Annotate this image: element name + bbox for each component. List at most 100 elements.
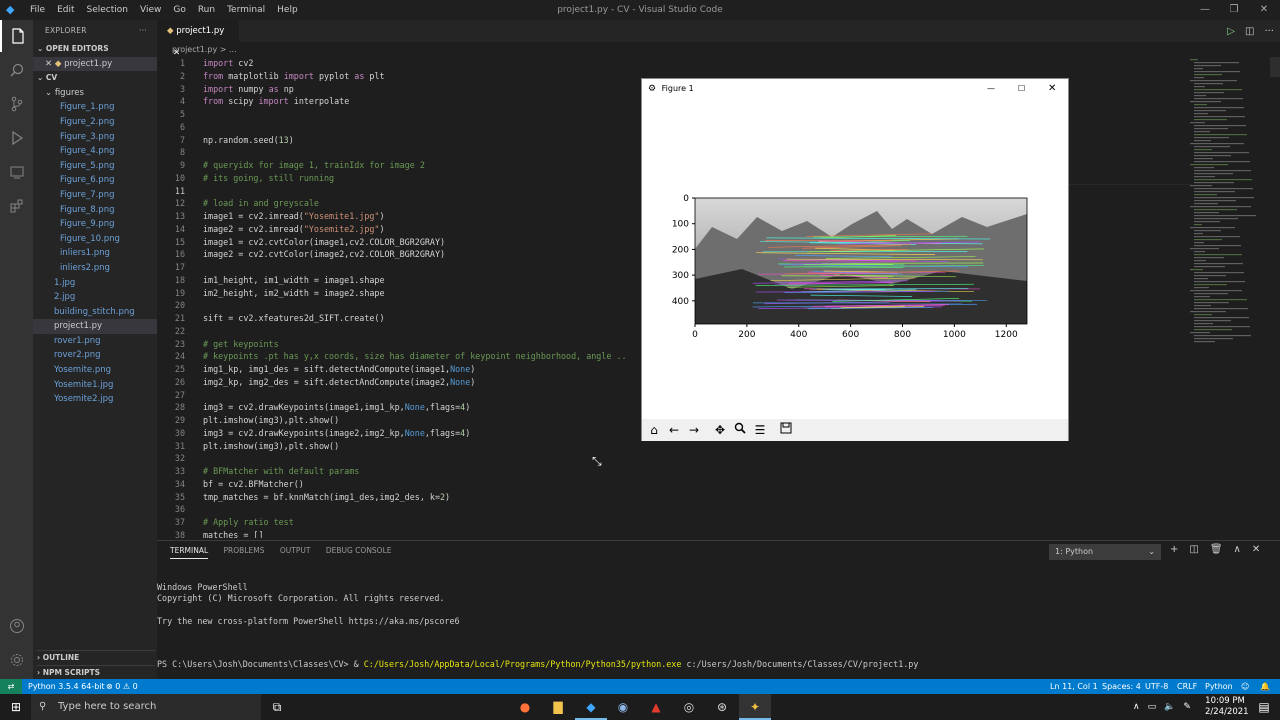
cursor-position[interactable]: Ln 11, Col 1 (1050, 679, 1098, 694)
configure-subplots-icon[interactable]: ☰ (750, 421, 770, 439)
sidebar-file-item[interactable]: inliers2.png (33, 261, 157, 276)
close-window-icon[interactable]: ✕ (1248, 0, 1280, 20)
source-control-icon[interactable] (0, 88, 33, 120)
sidebar-file-item[interactable]: Figure_4.png (33, 144, 157, 159)
steam-icon[interactable]: ◉ (607, 694, 639, 720)
zoom-icon[interactable] (730, 421, 750, 439)
menu-edit[interactable]: Edit (51, 0, 80, 20)
minimize-icon[interactable]: — (987, 79, 995, 99)
clock[interactable]: 10:09 PM 2/24/2021 (1205, 696, 1249, 718)
encoding[interactable]: UTF-8 (1145, 679, 1168, 694)
notifications-bell-icon[interactable]: 🔔 (1260, 679, 1270, 694)
search-icon[interactable] (0, 54, 33, 86)
extensions-icon[interactable] (0, 190, 33, 222)
problems-count[interactable]: ⊗ 0 ⚠ 0 (106, 679, 138, 694)
vscode-taskbar-icon[interactable]: ◆ (575, 694, 607, 720)
account-icon[interactable] (0, 610, 33, 642)
chevron-up-icon[interactable]: ∧ (1133, 702, 1140, 712)
sidebar-file-item[interactable]: 1.jpg (33, 276, 157, 291)
maximize-icon[interactable]: ☐ (1018, 79, 1025, 99)
tab-project1[interactable]: ◆ project1.py ✕ (157, 20, 239, 58)
line-ending[interactable]: CRLF (1177, 679, 1197, 694)
close-icon[interactable]: ✕ (45, 59, 55, 69)
sidebar-file-item[interactable]: Figure_1.png (33, 100, 157, 115)
menu-go[interactable]: Go (167, 0, 191, 20)
sidebar-file-item[interactable]: Figure_5.png (33, 159, 157, 174)
terminal-selector[interactable]: 1: Python ⌄ (1049, 544, 1161, 560)
adobe-acrobat-icon[interactable]: ▲ (640, 694, 672, 720)
language-mode[interactable]: Python (1205, 679, 1233, 694)
sidebar-file-item[interactable]: Figure_8.png (33, 203, 157, 218)
restore-icon[interactable]: ❐ (1218, 0, 1250, 20)
sidebar-file-item[interactable]: building_stitch.png (33, 305, 157, 320)
split-editor-icon[interactable]: ◫ (1245, 26, 1254, 37)
action-center-icon[interactable]: ▤ (1248, 694, 1280, 720)
sidebar-file-item[interactable]: rover1.png (33, 334, 157, 349)
home-icon[interactable]: ⌂ (644, 421, 664, 439)
firefox-icon[interactable]: ● (509, 694, 541, 720)
sidebar-file-item[interactable]: project1.py (33, 319, 157, 334)
tab-terminal[interactable]: TERMINAL (170, 544, 209, 559)
menu-help[interactable]: Help (271, 0, 304, 20)
breadcrumb[interactable]: project1.py > ... (157, 42, 237, 57)
sidebar-file-item[interactable]: Figure_10.png (33, 232, 157, 247)
menu-view[interactable]: View (134, 0, 167, 20)
kill-terminal-icon[interactable]: 🗑 (1210, 544, 1223, 558)
sidebar-file-item[interactable]: Figure_3.png (33, 130, 157, 145)
app-icon[interactable]: ◎ (673, 694, 705, 720)
tab-debug-console[interactable]: DEBUG CONSOLE (326, 544, 392, 558)
sidebar-file-item[interactable]: Yosemite2.jpg (33, 392, 157, 407)
tab-output[interactable]: OUTPUT (280, 544, 311, 558)
taskbar-search[interactable]: ⚲ Type here to search (31, 694, 261, 720)
explorer-icon[interactable] (0, 20, 33, 52)
run-debug-icon[interactable] (0, 122, 33, 154)
python-interpreter[interactable]: Python 3.5.4 64-bit (28, 679, 105, 694)
back-arrow-icon[interactable]: ← (664, 421, 684, 439)
minimize-icon[interactable]: — (1189, 0, 1221, 20)
folder-figures[interactable]: ⌄ figures (33, 86, 157, 101)
python-figure-taskbar-icon[interactable]: ✦ (739, 694, 771, 720)
more-actions-icon[interactable]: ··· (1264, 26, 1274, 37)
npm-scripts-section[interactable]: › NPM SCRIPTS (37, 665, 155, 680)
sidebar-file-item[interactable]: Figure_6.png (33, 173, 157, 188)
open-editors-section[interactable]: ⌄ OPEN EDITORS (33, 42, 157, 57)
sidebar-file-item[interactable]: 2.jpg (33, 290, 157, 305)
new-terminal-icon[interactable]: + (1170, 544, 1178, 558)
outline-section[interactable]: › OUTLINE (37, 650, 155, 665)
windows-start-icon[interactable]: ⊞ (0, 694, 32, 720)
terminal-output[interactable]: Windows PowerShell Copyright (C) Microsof… (157, 562, 1280, 669)
split-terminal-icon[interactable]: ◫ (1189, 544, 1198, 558)
volume-icon[interactable]: 🔈 (1164, 702, 1175, 712)
workspace-root[interactable]: ⌄ CV (33, 71, 157, 86)
sidebar-file-item[interactable]: rover2.png (33, 348, 157, 363)
sidebar-file-item[interactable]: Figure_7.png (33, 188, 157, 203)
feedback-icon[interactable]: ☺ (1241, 679, 1249, 694)
app-icon[interactable]: ⊛ (706, 694, 738, 720)
run-file-icon[interactable]: ▷ (1227, 26, 1235, 37)
sidebar-file-item[interactable]: Yosemite.png (33, 363, 157, 378)
save-figure-icon[interactable] (776, 421, 796, 439)
sidebar-file-item[interactable]: Figure_2.png (33, 115, 157, 130)
forward-arrow-icon[interactable]: → (684, 421, 704, 439)
network-icon[interactable]: ▭ (1148, 702, 1157, 712)
pen-icon[interactable]: ✎ (1183, 702, 1191, 712)
task-view-icon[interactable]: ⧉ (261, 694, 293, 720)
file-explorer-icon[interactable]: ▇ (542, 694, 574, 720)
sidebar-file-item[interactable]: inliers1.png (33, 246, 157, 261)
remote-explorer-icon[interactable] (0, 156, 33, 188)
close-icon[interactable]: ✕ (1048, 79, 1056, 99)
maximize-panel-icon[interactable]: ∧ (1234, 544, 1241, 558)
tab-problems[interactable]: PROBLEMS (224, 544, 265, 558)
sidebar-file-item[interactable]: Yosemite1.jpg (33, 378, 157, 393)
remote-icon[interactable]: ⇄ (0, 679, 22, 694)
menu-selection[interactable]: Selection (81, 0, 134, 20)
menu-run[interactable]: Run (192, 0, 221, 20)
minimap[interactable] (1190, 57, 1270, 357)
sidebar-file-item[interactable]: Figure_9.png (33, 217, 157, 232)
figure-canvas[interactable]: 0 200 400 600 800 1000 1200 0 100 200 300 400 (642, 99, 1068, 419)
manage-gear-icon[interactable] (0, 644, 33, 676)
menu-file[interactable]: File (24, 0, 51, 20)
editor-scrollbar[interactable] (1270, 57, 1280, 77)
indentation[interactable]: Spaces: 4 (1102, 679, 1141, 694)
close-panel-icon[interactable]: ✕ (1252, 544, 1260, 558)
